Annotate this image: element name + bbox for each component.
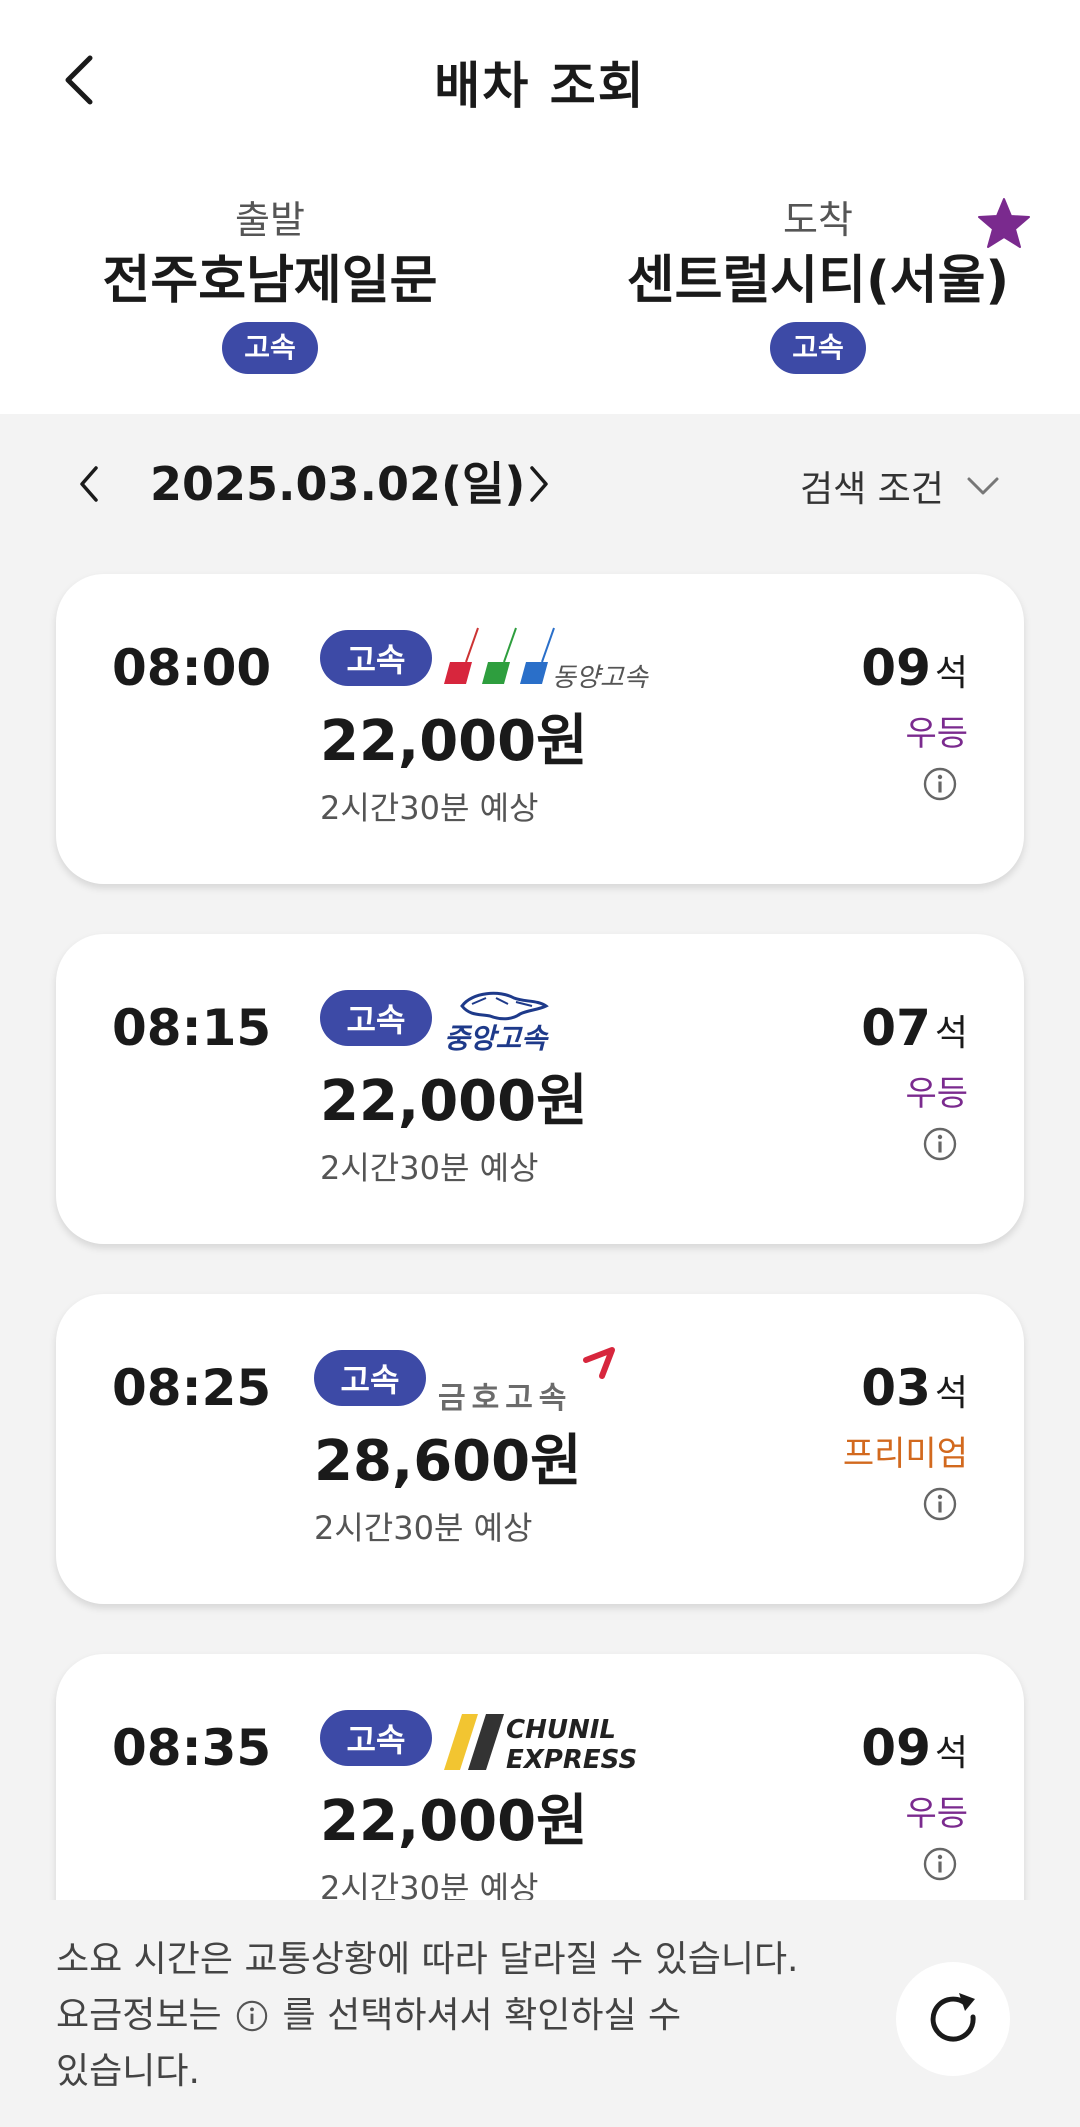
seat-count: 03 xyxy=(861,1359,931,1417)
travel-duration: 2시간30분 예상 xyxy=(320,1869,539,1900)
footer: 소요 시간은 교통상황에 따라 달라질 수 있습니다. 요금정보는 를 선택하셔… xyxy=(0,1900,1080,2127)
kumho-express-logo: 금호고속 xyxy=(438,1347,615,1414)
travel-duration: 2시간30분 예상 xyxy=(320,1149,539,1187)
departure-terminal[interactable]: 출발 전주호남제일문 고속 xyxy=(30,196,510,374)
favorite-button[interactable] xyxy=(976,196,1032,252)
seat-unit: 석 xyxy=(934,653,968,694)
remaining-seats: 09 석 xyxy=(861,1716,968,1792)
jungang-express-logo: 중앙고속 xyxy=(444,991,549,1054)
bus-type-badge: 고속 xyxy=(320,630,432,686)
schedule-card[interactable]: 08:15 고속 중앙고속 22,000원 2시간30분 예상 07 석 우등 xyxy=(56,934,1024,1244)
info-icon xyxy=(236,2000,268,2032)
seat-unit: 석 xyxy=(934,1733,968,1774)
company-name: 금호고속 xyxy=(438,1381,572,1414)
travel-duration: 2시간30분 예상 xyxy=(314,1509,533,1547)
chevron-left-icon xyxy=(80,466,98,502)
date-bar: 2025.03.02(일) 검색 조건 xyxy=(0,414,1080,554)
dongyang-express-logo: 동양고속 xyxy=(444,627,650,693)
schedule-card[interactable]: 08:00 고속 동양고속 22,000원 2시간30분 예상 09 석 우등 xyxy=(56,574,1024,884)
bus-type-badge: 고속 xyxy=(320,1710,432,1766)
fare-price: 22,000원 xyxy=(320,1789,588,1854)
departure-time: 08:25 xyxy=(112,1359,272,1417)
departure-name: 전주호남제일문 xyxy=(102,251,438,311)
notice-line-3: 를 선택하셔서 확인하실 수 xyxy=(282,1995,682,2036)
refresh-button[interactable] xyxy=(896,1962,1010,2076)
fare-price: 28,600원 xyxy=(314,1429,582,1494)
company-name-line2: EXPRESS xyxy=(506,1745,637,1774)
info-icon[interactable] xyxy=(922,1846,958,1882)
chevron-down-icon xyxy=(967,477,999,495)
header: 배차 조회 출발 전주호남제일문 고속 도착 센트럴시티(서울) 고속 xyxy=(0,0,1080,414)
fare-price: 22,000원 xyxy=(320,1069,588,1134)
star-icon xyxy=(978,198,1030,248)
travel-duration: 2시간30분 예상 xyxy=(320,789,539,827)
page-title: 배차 조회 xyxy=(434,57,646,115)
schedule-card[interactable]: 08:25 고속 금호고속 28,600원 2시간30분 예상 03 석 프리미엄 xyxy=(56,1294,1024,1604)
schedule-card[interactable]: 08:35 고속 CHUNIL EXPRESS 22,000원 2시간30분 예… xyxy=(56,1654,1024,1900)
bus-grade: 우등 xyxy=(905,1074,968,1114)
refresh-icon xyxy=(930,1993,976,2042)
departure-label: 출발 xyxy=(235,198,305,242)
arrival-name: 센트럴시티(서울) xyxy=(626,251,1010,311)
departure-type-badge: 고속 xyxy=(222,322,318,374)
info-icon[interactable] xyxy=(922,1486,958,1522)
company-name-line1: CHUNIL xyxy=(506,1715,616,1745)
company-name: 중앙고속 xyxy=(444,1022,549,1054)
remaining-seats: 09 석 xyxy=(861,636,968,712)
departure-time: 08:35 xyxy=(112,1719,272,1777)
notice-line-4: 있습니다. xyxy=(56,2051,200,2092)
bus-grade: 프리미엄 xyxy=(842,1434,968,1474)
previous-date-button[interactable] xyxy=(70,464,110,504)
seat-unit: 석 xyxy=(934,1373,968,1414)
chevron-right-icon xyxy=(530,466,548,502)
search-filter-button[interactable]: 검색 조건 xyxy=(800,458,1000,514)
seat-count: 09 xyxy=(861,1719,931,1777)
company-name: 동양고속 xyxy=(552,663,650,693)
info-icon[interactable] xyxy=(922,1126,958,1162)
remaining-seats: 03 석 xyxy=(861,1356,968,1432)
seat-count: 09 xyxy=(861,639,931,697)
next-date-button[interactable] xyxy=(518,464,558,504)
schedule-list[interactable]: 08:00 고속 동양고속 22,000원 2시간30분 예상 09 석 우등 0… xyxy=(0,554,1080,1900)
seat-count: 07 xyxy=(861,999,931,1057)
bus-type-badge: 고속 xyxy=(314,1350,426,1406)
arrival-type-badge: 고속 xyxy=(770,322,866,374)
search-filter-label: 검색 조건 xyxy=(800,469,944,510)
travel-time-notice: 소요 시간은 교통상황에 따라 달라질 수 있습니다. 요금정보는 를 선택하셔… xyxy=(56,1932,876,2100)
remaining-seats: 07 석 xyxy=(861,996,968,1072)
info-icon[interactable] xyxy=(922,766,958,802)
notice-line-1: 소요 시간은 교통상황에 따라 달라질 수 있습니다. xyxy=(56,1939,799,1980)
bus-type-badge: 고속 xyxy=(320,990,432,1046)
notice-line-2: 요금정보는 xyxy=(56,1995,222,2036)
fare-price: 22,000원 xyxy=(320,709,588,774)
chunil-express-logo: CHUNIL EXPRESS xyxy=(444,1714,637,1774)
seat-unit: 석 xyxy=(934,1013,968,1054)
departure-time: 08:00 xyxy=(112,639,272,697)
bus-grade: 우등 xyxy=(905,1794,968,1834)
selected-date[interactable]: 2025.03.02(일) xyxy=(150,454,525,514)
bus-grade: 우등 xyxy=(905,714,968,754)
departure-time: 08:15 xyxy=(112,999,272,1057)
